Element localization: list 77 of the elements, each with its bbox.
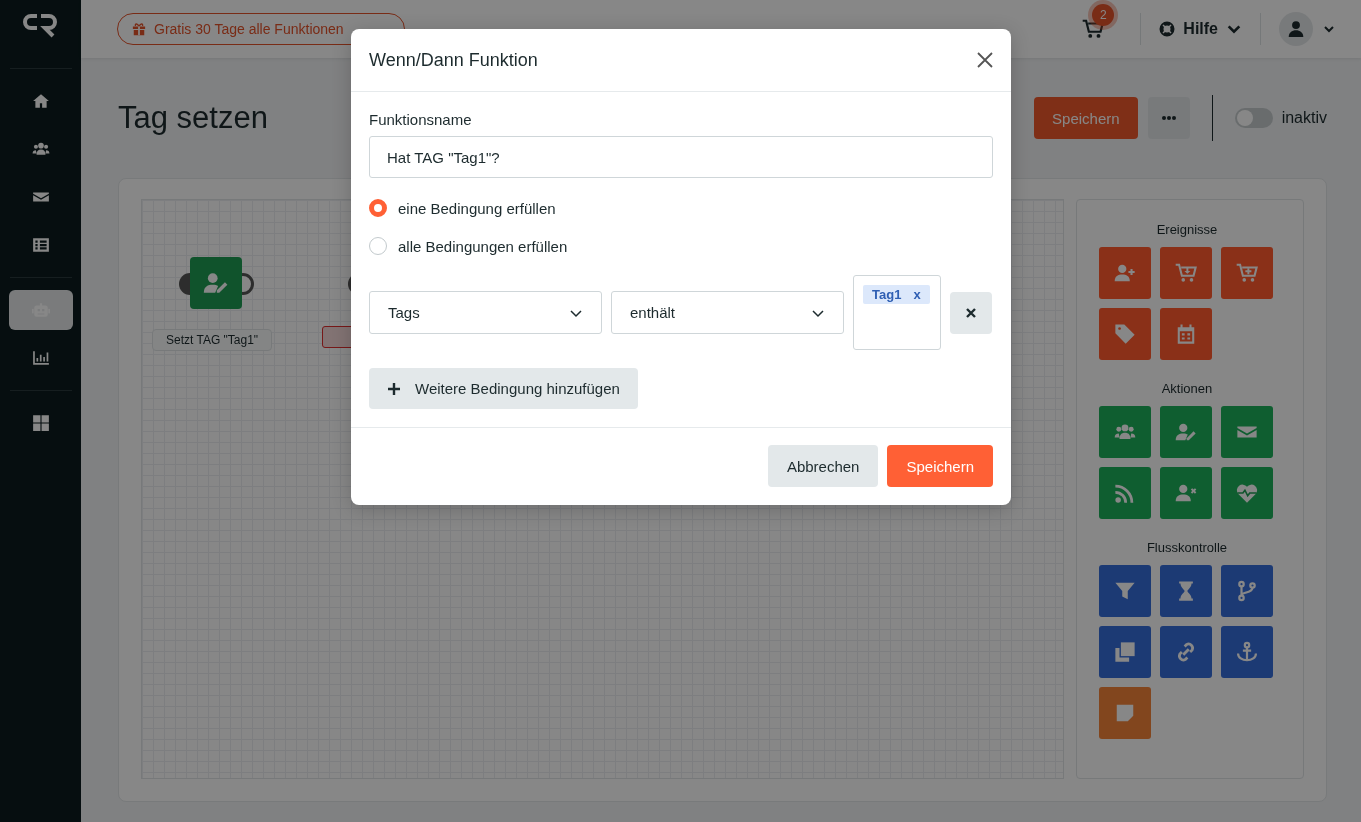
help-menu[interactable]: Hilfe: [1159, 20, 1242, 38]
active-toggle[interactable]: [1234, 108, 1273, 128]
userremove-icon: [1175, 482, 1197, 504]
palette-tile[interactable]: [1221, 467, 1273, 519]
node-label: Setzt TAG "Tag1": [152, 329, 273, 351]
palette-tile[interactable]: [1221, 406, 1273, 458]
filter-icon: [1114, 580, 1136, 602]
note-icon: [1114, 702, 1136, 724]
calendar-icon: [1175, 323, 1197, 345]
chevron-down-icon: [1323, 23, 1335, 35]
lifebuoy-icon: [1159, 21, 1176, 37]
palette-tile[interactable]: [1221, 247, 1273, 299]
close-button[interactable]: [976, 51, 994, 69]
flow-node[interactable]: [190, 257, 242, 309]
field-label: Funktionsname: [369, 111, 472, 128]
link-icon: [1175, 641, 1197, 663]
palette-tile[interactable]: [1099, 626, 1151, 678]
name-field[interactable]: Hat TAG "Tag1"?: [369, 136, 993, 178]
palette-tile[interactable]: [1221, 565, 1273, 617]
plus-icon: [387, 381, 401, 396]
heart-icon: [1236, 482, 1258, 504]
more-button[interactable]: [1147, 97, 1190, 139]
home-icon: [31, 92, 50, 110]
branch-icon: [1236, 580, 1258, 602]
promo-text: Gratis 30 Tage alle Funktionen: [154, 21, 344, 37]
chart-icon: [31, 349, 50, 367]
close-icon: [965, 306, 977, 319]
remove-condition-button[interactable]: [950, 291, 992, 334]
operator-select[interactable]: enthält: [611, 291, 844, 334]
group-icon: [31, 140, 50, 158]
radio-option[interactable]: eine Bedingung erfüllen: [369, 199, 556, 217]
copy-icon: [1114, 641, 1136, 663]
tag-text: Tag1: [872, 287, 902, 302]
palette-tile[interactable]: [1099, 308, 1151, 360]
palette-heading: Flusskontrolle: [1145, 540, 1229, 555]
tag-remove[interactable]: x: [913, 287, 921, 302]
palette-tile[interactable]: [1160, 467, 1212, 519]
palette-tile[interactable]: [1099, 247, 1151, 299]
add-condition-button[interactable]: Weitere Bedingung hinzufügen: [369, 368, 638, 409]
page-title: Tag setzen: [118, 100, 268, 136]
palette-tile[interactable]: [1221, 626, 1273, 678]
palette-tile[interactable]: [1160, 565, 1212, 617]
cart-count: 2: [1092, 4, 1115, 26]
palette-tile[interactable]: [1160, 247, 1212, 299]
palette-heading: Ereignisse: [1155, 222, 1219, 237]
palette-tile[interactable]: [1099, 406, 1151, 458]
palette-tile[interactable]: [1160, 626, 1212, 678]
gift-icon: [132, 22, 146, 36]
sidebar-item[interactable]: [8, 290, 73, 330]
palette-heading: Aktionen: [1160, 381, 1214, 396]
palette-tile[interactable]: [1099, 565, 1151, 617]
cart-icon[interactable]: [1082, 18, 1105, 40]
radio-option[interactable]: alle Bedingungen erfüllen: [369, 237, 568, 255]
cartplus-icon: [1236, 262, 1258, 284]
close-icon: [976, 51, 994, 69]
palette-tile[interactable]: [1160, 308, 1212, 360]
palette-tile[interactable]: [1099, 467, 1151, 519]
palette-tile[interactable]: [1160, 406, 1212, 458]
dialog-title: Wenn/Dann Funktion: [369, 49, 539, 71]
toggle-label: inaktiv: [1281, 109, 1327, 127]
cancel-button[interactable]: Abbrechen: [767, 445, 879, 487]
palette-tile[interactable]: [1099, 687, 1151, 739]
list-icon: [31, 236, 50, 254]
anchor-icon: [1236, 641, 1258, 663]
adduser-icon: [1114, 262, 1136, 284]
logo: [22, 12, 59, 40]
cartdown-icon: [1175, 262, 1197, 284]
user-icon: [1287, 20, 1305, 38]
field-select[interactable]: Tags: [369, 291, 602, 334]
tag-input[interactable]: Tag1 x: [853, 275, 941, 350]
tag-icon: [1114, 323, 1136, 345]
feed-icon: [1114, 482, 1136, 504]
grid-icon: [31, 414, 50, 432]
useredit-icon: [203, 270, 229, 296]
more-icon: [1160, 115, 1177, 121]
user-menu[interactable]: [1279, 12, 1335, 46]
useredit-icon: [1175, 421, 1197, 443]
